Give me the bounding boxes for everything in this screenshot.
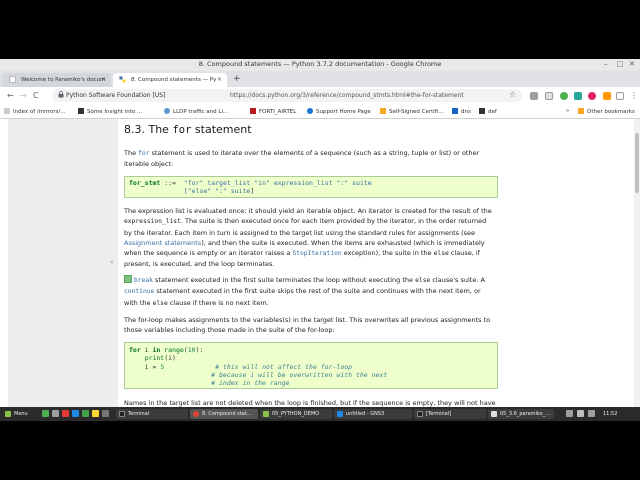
break-link[interactable]: break <box>134 277 153 284</box>
page-icon <box>9 76 16 83</box>
d-icon <box>78 108 84 114</box>
desktop-screen: 8. Compound statements — Python 3.7.2 do… <box>0 0 640 480</box>
launcher-icon[interactable] <box>102 410 109 417</box>
task-folder[interactable]: 05_PYTHON_DEMO <box>260 409 332 419</box>
launcher-icon[interactable] <box>62 410 69 417</box>
bookmark-star-icon[interactable]: ☆ <box>509 90 516 99</box>
for-link[interactable]: for <box>138 150 149 157</box>
bookmark-item[interactable]: Self-Signed Certifi... <box>380 108 444 115</box>
intro-paragraph: The for statement is used to iterate ove… <box>124 149 480 169</box>
page-content: « 8.3. The for statement The for stateme… <box>0 119 640 414</box>
close-window-button[interactable]: ✕ <box>629 60 635 68</box>
start-menu-button[interactable]: Menu <box>2 409 38 419</box>
support-icon <box>307 108 313 114</box>
new-tab-button[interactable]: + <box>233 74 241 84</box>
minimize-button[interactable]: – <box>604 60 608 68</box>
task-chrome[interactable]: 8. Compound stat... <box>190 409 258 419</box>
example-code-block: for i in range(10): print(i) i = 5 # thi… <box>124 342 498 389</box>
forward-arrow-icon[interactable]: → <box>20 91 27 100</box>
url-text[interactable]: https://docs.python.org/3/reference/comp… <box>230 92 464 99</box>
volume-icon[interactable] <box>577 410 584 417</box>
page-scrollbar[interactable] <box>634 119 640 414</box>
other-bookmarks[interactable]: Other bookmarks <box>578 108 635 115</box>
network-icon[interactable] <box>566 410 573 417</box>
extension-icon[interactable] <box>588 92 596 100</box>
bookmark-item[interactable]: def <box>479 108 497 115</box>
folder-icon <box>263 411 269 417</box>
address-bar[interactable]: Python Software Foundation [US] https://… <box>52 89 522 102</box>
assignment-statements-link[interactable]: Assignment statements <box>124 239 201 247</box>
dns-icon <box>452 108 458 114</box>
tab-compound-statements[interactable]: 8. Compound statements — Py × <box>113 73 227 87</box>
mint-icon <box>5 411 11 417</box>
doc-sidebar: « <box>8 119 119 414</box>
browser-window: 8. Compound statements — Python 3.7.2 do… <box>0 59 640 414</box>
extension-icon[interactable] <box>603 92 611 100</box>
battery-icon[interactable] <box>588 410 595 417</box>
folder-icon <box>380 108 386 114</box>
back-arrow-icon[interactable]: ← <box>7 91 14 100</box>
gns3-icon <box>337 411 343 417</box>
extension-icon[interactable] <box>574 92 582 100</box>
document-icon <box>491 411 497 417</box>
task-terminal[interactable]: Terminal <box>116 409 188 419</box>
scrollbar-thumb[interactable] <box>635 133 639 193</box>
bookmarks-bar: Index of /mirrors/... Some Insight into … <box>0 105 640 119</box>
launcher-icon[interactable] <box>72 410 79 417</box>
grammar-block: for_stmt ::= "for" target_list "in" expr… <box>124 176 498 198</box>
bookmark-item[interactable]: Index of /mirrors/... <box>4 108 66 115</box>
launcher-icon[interactable] <box>52 410 59 417</box>
bookmark-item[interactable]: LLDP traffic and Li... <box>164 108 228 115</box>
bookmark-item[interactable]: Support Home Page <box>307 108 371 115</box>
task-document[interactable]: 05_3.6_paramiko_... <box>488 409 554 419</box>
d-icon <box>479 108 485 114</box>
maximize-button[interactable]: □ <box>617 60 624 68</box>
lock-icon <box>58 91 64 100</box>
taskbar: Menu Terminal 8. Compound stat... 05_PYT… <box>0 407 640 421</box>
folder-icon <box>578 108 584 114</box>
section-heading: 8.3. The for statement <box>124 123 252 136</box>
launcher-icon[interactable] <box>92 410 99 417</box>
bookmark-item[interactable]: FORTI_AIRTEL <box>250 108 296 115</box>
tab-strip: Welcome to Paramiko's docum × 8. Compoun… <box>0 71 640 87</box>
task-gns3[interactable]: untitled - GNS3 <box>334 409 412 419</box>
bookmarks-overflow[interactable]: » <box>566 108 569 114</box>
bookmark-item[interactable]: Some Insight into ... <box>78 108 142 115</box>
document-body: 8.3. The for statement The for statement… <box>118 119 633 414</box>
launcher-icon[interactable] <box>82 410 89 417</box>
menu-dots-icon[interactable]: ⋮ <box>630 91 638 100</box>
tab-paramiko[interactable]: Welcome to Paramiko's docum × <box>3 73 111 87</box>
page-icon <box>4 108 10 114</box>
clock[interactable]: 11:52 <box>600 409 638 419</box>
site-identity: Python Software Foundation [US] <box>66 92 166 99</box>
extension-icon[interactable] <box>545 92 553 100</box>
tab-label: Welcome to Paramiko's docum <box>21 77 106 83</box>
extension-icon[interactable] <box>530 92 538 100</box>
sidebar-collapse-icon[interactable]: « <box>110 259 114 266</box>
terminal-icon <box>417 411 423 417</box>
tab-close-icon[interactable]: × <box>101 76 106 83</box>
python-icon <box>119 76 126 83</box>
stopiteration-link[interactable]: StopIteration <box>292 250 341 257</box>
terminal-icon <box>119 411 125 417</box>
launcher-icon[interactable] <box>42 410 49 417</box>
extension-icon[interactable] <box>616 92 624 100</box>
break-continue-paragraph: A break statement executed in the first … <box>124 275 485 307</box>
continue-link[interactable]: continue <box>124 288 154 295</box>
title-bar: 8. Compound statements — Python 3.7.2 do… <box>0 59 640 71</box>
translation-flag-icon <box>124 275 132 283</box>
browser-toolbar: ← → C Python Software Foundation [US] ht… <box>0 87 640 105</box>
tab-close-icon[interactable]: × <box>217 76 222 83</box>
extension-icon[interactable] <box>560 92 568 100</box>
window-title: 8. Compound statements — Python 3.7.2 do… <box>198 60 442 68</box>
reload-icon[interactable]: C <box>33 91 39 100</box>
tab-label: 8. Compound statements — Py <box>131 77 217 83</box>
evaluation-paragraph: The expression list is evaluated once; i… <box>124 207 492 269</box>
target-list-paragraph: The for-loop makes assignments to the va… <box>124 316 491 335</box>
wordpress-icon <box>164 108 170 114</box>
bookmark-item[interactable]: dns <box>452 108 471 115</box>
forti-icon <box>250 108 256 114</box>
task-terminal-2[interactable]: [Terminal] <box>414 409 486 419</box>
chrome-icon <box>193 411 199 417</box>
